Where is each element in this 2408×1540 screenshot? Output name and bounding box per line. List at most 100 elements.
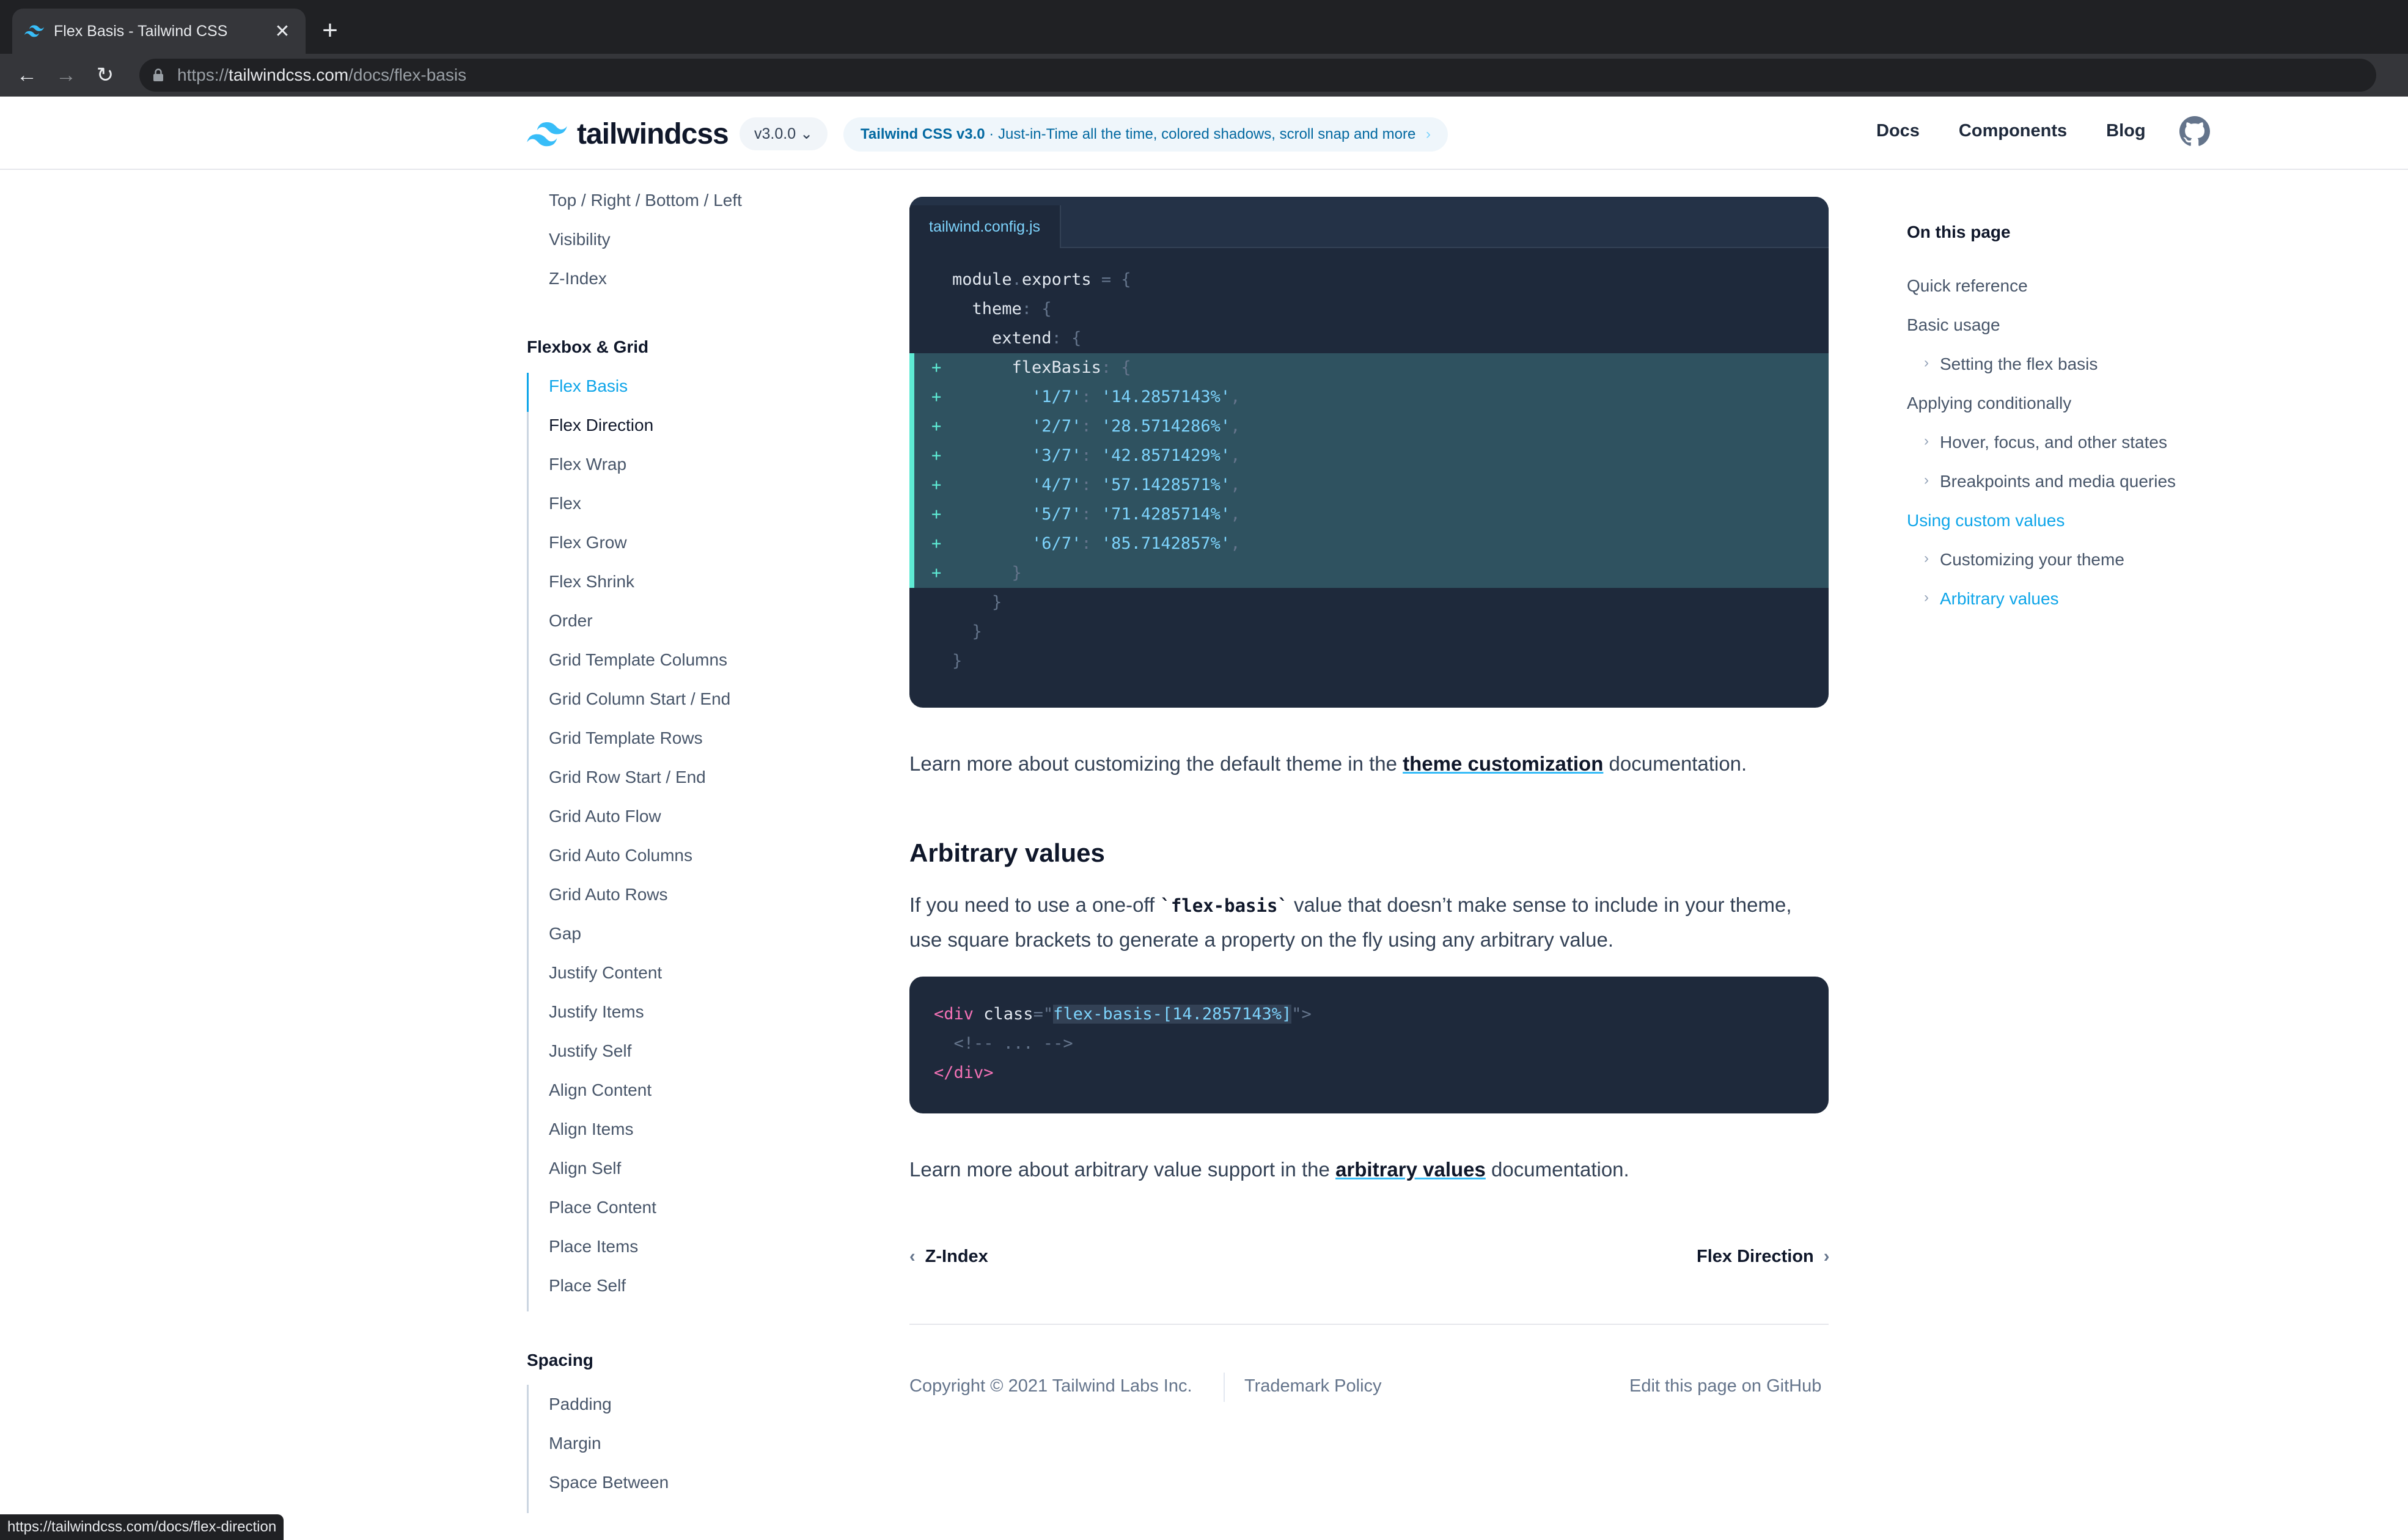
code-punct: "> (1291, 1005, 1312, 1024)
sidebar-item-flex-direction[interactable]: Flex Direction (549, 416, 653, 435)
toc-item-arbitrary-values[interactable]: › Arbitrary values (1924, 589, 2059, 609)
announcement-pill[interactable]: Tailwind CSS v3.0 · Just-in-Time all the… (843, 117, 1448, 152)
browser-tab[interactable]: Flex Basis - Tailwind CSS ✕ (12, 9, 306, 54)
sidebar-item-align-content[interactable]: Align Content (549, 1080, 652, 1100)
sidebar-item-justify-items[interactable]: Justify Items (549, 1002, 644, 1022)
chevron-right-icon: › (1924, 472, 1929, 488)
sidebar-item-justify-self[interactable]: Justify Self (549, 1041, 631, 1061)
arbitrary-code-block: <div class="flex-basis-[14.2857143%]"> <… (909, 977, 1829, 1113)
nav-components[interactable]: Components (1959, 121, 2067, 141)
diff-plus-icon: + (931, 534, 942, 553)
browser-tab-strip: Flex Basis - Tailwind CSS ✕ + (0, 0, 2408, 54)
sidebar-item-justify-content[interactable]: Justify Content (549, 963, 662, 983)
toc-item-label: Customizing your theme (1940, 550, 2124, 569)
toc-item-customizing-your-theme[interactable]: › Customizing your theme (1924, 550, 2124, 570)
toc-item-applying-conditionally[interactable]: Applying conditionally (1907, 394, 2071, 413)
sidebar-rail-segment (527, 920, 529, 959)
sidebar-item-order[interactable]: Order (549, 611, 593, 631)
github-icon[interactable] (2179, 116, 2210, 147)
sidebar-heading-spacing: Spacing (527, 1351, 593, 1370)
code-line: + '2/7': '28.5714286%', (909, 412, 1829, 441)
sidebar-item-visibility[interactable]: Visibility (549, 230, 611, 249)
theme-paragraph: Learn more about customizing the default… (909, 747, 1747, 781)
toc-item-breakpoints-and-media-queries[interactable]: › Breakpoints and media queries (1924, 472, 2176, 491)
chevron-right-icon: › (1426, 126, 1431, 142)
toc-item-label: Breakpoints and media queries (1940, 472, 2176, 491)
code-line: + '5/7': '71.4285714%', (909, 500, 1829, 529)
trademark-link[interactable]: Trademark Policy (1244, 1376, 1382, 1396)
sidebar-item-place-self[interactable]: Place Self (549, 1276, 626, 1296)
code-text: '3/7': '42.8571429%', (1032, 446, 1241, 465)
nav-blog[interactable]: Blog (2106, 121, 2145, 141)
address-bar[interactable]: https://tailwindcss.com/docs/flex-basis (139, 59, 2376, 92)
sidebar-rail-segment (527, 647, 529, 686)
sidebar-item-grid-row-start-end[interactable]: Grid Row Start / End (549, 768, 706, 787)
site-logo[interactable]: tailwindcss (527, 117, 729, 151)
sidebar-item-grid-auto-columns[interactable]: Grid Auto Columns (549, 846, 692, 865)
toc-item-setting-the-flex-basis[interactable]: › Setting the flex basis (1924, 354, 2098, 374)
code-text: theme: { (952, 299, 1052, 318)
reload-icon[interactable]: ↻ (86, 56, 125, 95)
new-tab-button[interactable]: + (313, 13, 347, 48)
code-file-tab[interactable]: tailwind.config.js (909, 205, 1062, 248)
close-tab-icon[interactable]: ✕ (271, 21, 293, 42)
code-line: } (909, 588, 1829, 617)
toc-item-quick-reference[interactable]: Quick reference (1907, 276, 2028, 296)
url-text: https://tailwindcss.com/docs/flex-basis (177, 65, 467, 84)
chevron-left-icon: ‹ (909, 1247, 916, 1266)
pager-next-label: Flex Direction (1697, 1247, 1814, 1266)
sidebar-rail-segment (527, 1077, 529, 1116)
sidebar-item-padding[interactable]: Padding (549, 1395, 612, 1414)
toc-item-basic-usage[interactable]: Basic usage (1907, 315, 2000, 335)
sidebar-item-flex-wrap[interactable]: Flex Wrap (549, 455, 626, 474)
pager-prev-link[interactable]: ‹ Z-Index (909, 1247, 988, 1267)
arbitrary-paragraph: If you need to use a one-off `flex-basis… (909, 888, 1792, 957)
toc-item-hover-focus-and-other-states[interactable]: › Hover, focus, and other states (1924, 433, 2167, 452)
arbitrary-values-link[interactable]: arbitrary values (1335, 1158, 1486, 1181)
sidebar-item-top-right-bottom-left[interactable]: Top / Right / Bottom / Left (549, 191, 742, 210)
nav-docs[interactable]: Docs (1876, 121, 1920, 141)
sidebar-item-align-items[interactable]: Align Items (549, 1120, 634, 1139)
diff-plus-icon: + (931, 505, 942, 524)
sidebar-item-grid-auto-flow[interactable]: Grid Auto Flow (549, 807, 661, 826)
edit-on-github-link[interactable]: Edit this page on GitHub (1629, 1376, 1821, 1396)
chevron-down-icon: ⌄ (800, 125, 813, 142)
version-dropdown[interactable]: v3.0.0 ⌄ (740, 117, 828, 150)
sidebar-item-z-index[interactable]: Z-Index (549, 269, 607, 288)
code-text: } (1011, 563, 1022, 582)
sidebar-item-space-between[interactable]: Space Between (549, 1473, 669, 1492)
paragraph-text: documentation. (1485, 1158, 1629, 1181)
sidebar-item-grid-template-columns[interactable]: Grid Template Columns (549, 650, 727, 670)
site-header: tailwindcss v3.0.0 ⌄ Tailwind CSS v3.0 ·… (0, 97, 2408, 170)
sidebar-item-flex[interactable]: Flex (549, 494, 581, 513)
chevron-right-icon: › (1924, 589, 1929, 606)
sidebar-item-grid-template-rows[interactable]: Grid Template Rows (549, 728, 703, 748)
sidebar-item-grid-auto-rows[interactable]: Grid Auto Rows (549, 885, 668, 904)
chevron-right-icon: › (1924, 433, 1929, 449)
announcement-title: Tailwind CSS v3.0 (861, 126, 985, 142)
diff-plus-icon: + (931, 417, 942, 436)
sidebar-item-align-self[interactable]: Align Self (549, 1159, 621, 1178)
sidebar-rail-segment (527, 764, 529, 803)
forward-arrow-icon[interactable]: → (46, 56, 86, 95)
sidebar-item-place-content[interactable]: Place Content (549, 1198, 656, 1217)
tab-title: Flex Basis - Tailwind CSS (54, 22, 228, 40)
sidebar-item-flex-shrink[interactable]: Flex Shrink (549, 572, 634, 592)
sidebar-item-place-items[interactable]: Place Items (549, 1237, 638, 1256)
sidebar-rail-segment (527, 373, 529, 412)
theme-customization-link[interactable]: theme customization (1403, 752, 1603, 775)
sidebar-rail-segment (527, 607, 529, 647)
status-url-bubble: https://tailwindcss.com/docs/flex-direct… (0, 1514, 284, 1540)
sidebar-rail-segment (527, 451, 529, 490)
tailwind-favicon-icon (24, 25, 44, 37)
sidebar-item-gap[interactable]: Gap (549, 924, 581, 944)
pager-next-link[interactable]: Flex Direction › (1697, 1247, 1829, 1267)
sidebar-item-flex-basis[interactable]: Flex Basis (549, 376, 628, 396)
sidebar-item-grid-column-start-end[interactable]: Grid Column Start / End (549, 689, 730, 709)
toc-item-using-custom-values[interactable]: Using custom values (1907, 511, 2065, 530)
sidebar-item-margin[interactable]: Margin (549, 1434, 601, 1453)
config-code-block: tailwind.config.js module.exports = { th… (909, 197, 1829, 708)
pager-prev-label: Z-Index (925, 1247, 988, 1266)
sidebar-item-flex-grow[interactable]: Flex Grow (549, 533, 627, 552)
back-arrow-icon[interactable]: ← (7, 56, 46, 95)
